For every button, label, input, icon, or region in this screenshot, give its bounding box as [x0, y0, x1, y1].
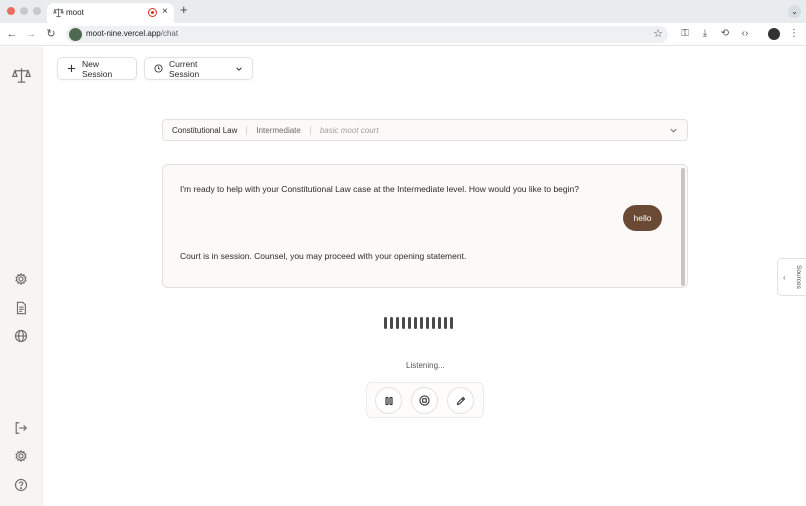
site-info-icon[interactable]: [69, 28, 82, 41]
app-sidebar: [0, 47, 43, 506]
close-tab-icon[interactable]: ×: [162, 6, 168, 18]
waveform-bar: [420, 317, 423, 329]
url-text: moot-nine.vercel.app/chat: [86, 29, 179, 38]
sources-panel-toggle[interactable]: ‹ Sources: [777, 258, 806, 296]
case-topic-selector[interactable]: Constitutional Law Intermediate basic mo…: [162, 119, 688, 141]
settings-icon[interactable]: [14, 449, 28, 463]
topic-divider: [309, 125, 311, 135]
sources-label: Sources: [795, 265, 802, 289]
new-session-button[interactable]: New Session: [57, 57, 137, 80]
topic-divider: [246, 125, 248, 135]
topic-subject: Constitutional Law: [172, 125, 238, 135]
pause-icon: [384, 396, 393, 405]
help-icon[interactable]: [14, 478, 28, 492]
browser-tab-moot[interactable]: moot ×: [47, 3, 174, 23]
reload-icon[interactable]: ↻: [45, 28, 57, 40]
logout-icon[interactable]: [14, 421, 28, 435]
window-minimize-button[interactable]: [20, 7, 28, 15]
profile-avatar[interactable]: [768, 28, 780, 40]
waveform-bar: [402, 317, 405, 329]
more-menu-icon[interactable]: ⋮: [788, 28, 800, 40]
waveform-bar: [414, 317, 417, 329]
waveform-bar: [450, 317, 453, 329]
topic-description: basic moot court: [319, 125, 379, 135]
globe-icon[interactable]: [14, 329, 28, 343]
waveform-bar: [390, 317, 393, 329]
tab-title: moot: [66, 8, 84, 17]
pause-button[interactable]: [375, 387, 402, 414]
stop-button[interactable]: [411, 387, 438, 414]
assistant-message: Court is in session. Counsel, you may pr…: [180, 251, 467, 261]
pencil-icon: [456, 396, 465, 405]
current-session-label: Current Session: [169, 58, 200, 79]
recording-icon: [148, 8, 157, 17]
download-icon[interactable]: ⤓: [699, 28, 711, 40]
user-message: hello: [623, 205, 662, 231]
waveform-bar: [432, 317, 435, 329]
tab-search-chevron-icon[interactable]: ⌄: [788, 5, 801, 18]
clock-icon: [154, 64, 163, 73]
chat-scrollbar[interactable]: [681, 168, 685, 286]
chevron-left-icon: ‹: [783, 273, 786, 282]
scales-icon[interactable]: [12, 67, 31, 84]
waveform-bar: [438, 317, 441, 329]
assistant-message: I'm ready to help with your Constitution…: [180, 184, 579, 194]
browser-tabbar: moot × + ⌄: [0, 0, 806, 23]
forward-arrow-icon[interactable]: →: [25, 28, 37, 40]
settings-icon[interactable]: [14, 272, 28, 286]
edit-button[interactable]: [447, 387, 474, 414]
main-panel: New Session Current Session Constitution…: [44, 47, 806, 506]
bookmark-star-icon[interactable]: ☆: [653, 27, 663, 40]
window-close-button[interactable]: [7, 7, 15, 15]
voice-waveform: [384, 317, 453, 329]
history-icon[interactable]: ⟲: [719, 28, 731, 40]
waveform-bar: [426, 317, 429, 329]
topic-level: Intermediate: [256, 125, 301, 135]
new-session-label: New Session: [82, 58, 113, 79]
window-maximize-button[interactable]: [33, 7, 41, 15]
stop-icon: [419, 395, 430, 406]
chat-transcript[interactable]: I'm ready to help with your Constitution…: [162, 164, 688, 288]
plus-icon: [67, 64, 76, 73]
code-icon[interactable]: ‹›: [739, 28, 751, 40]
browser-toolbar: ← → ↻ moot-nine.vercel.app/chat ☆ ⚿ ⤓ ⟲ …: [0, 23, 806, 46]
waveform-bar: [444, 317, 447, 329]
address-bar[interactable]: moot-nine.vercel.app/chat ☆: [66, 26, 668, 43]
voice-controls: [366, 382, 484, 418]
password-key-icon[interactable]: ⚿: [679, 28, 691, 40]
chevron-down-icon: [670, 128, 677, 133]
waveform-bar: [384, 317, 387, 329]
chevron-down-icon: [236, 66, 242, 71]
waveform-bar: [396, 317, 399, 329]
new-tab-button[interactable]: +: [180, 3, 188, 17]
back-arrow-icon[interactable]: ←: [6, 28, 18, 40]
listening-status: Listening...: [406, 361, 445, 370]
scales-icon: [53, 8, 64, 18]
current-session-dropdown[interactable]: Current Session: [144, 57, 253, 80]
document-icon[interactable]: [14, 301, 28, 315]
waveform-bar: [408, 317, 411, 329]
